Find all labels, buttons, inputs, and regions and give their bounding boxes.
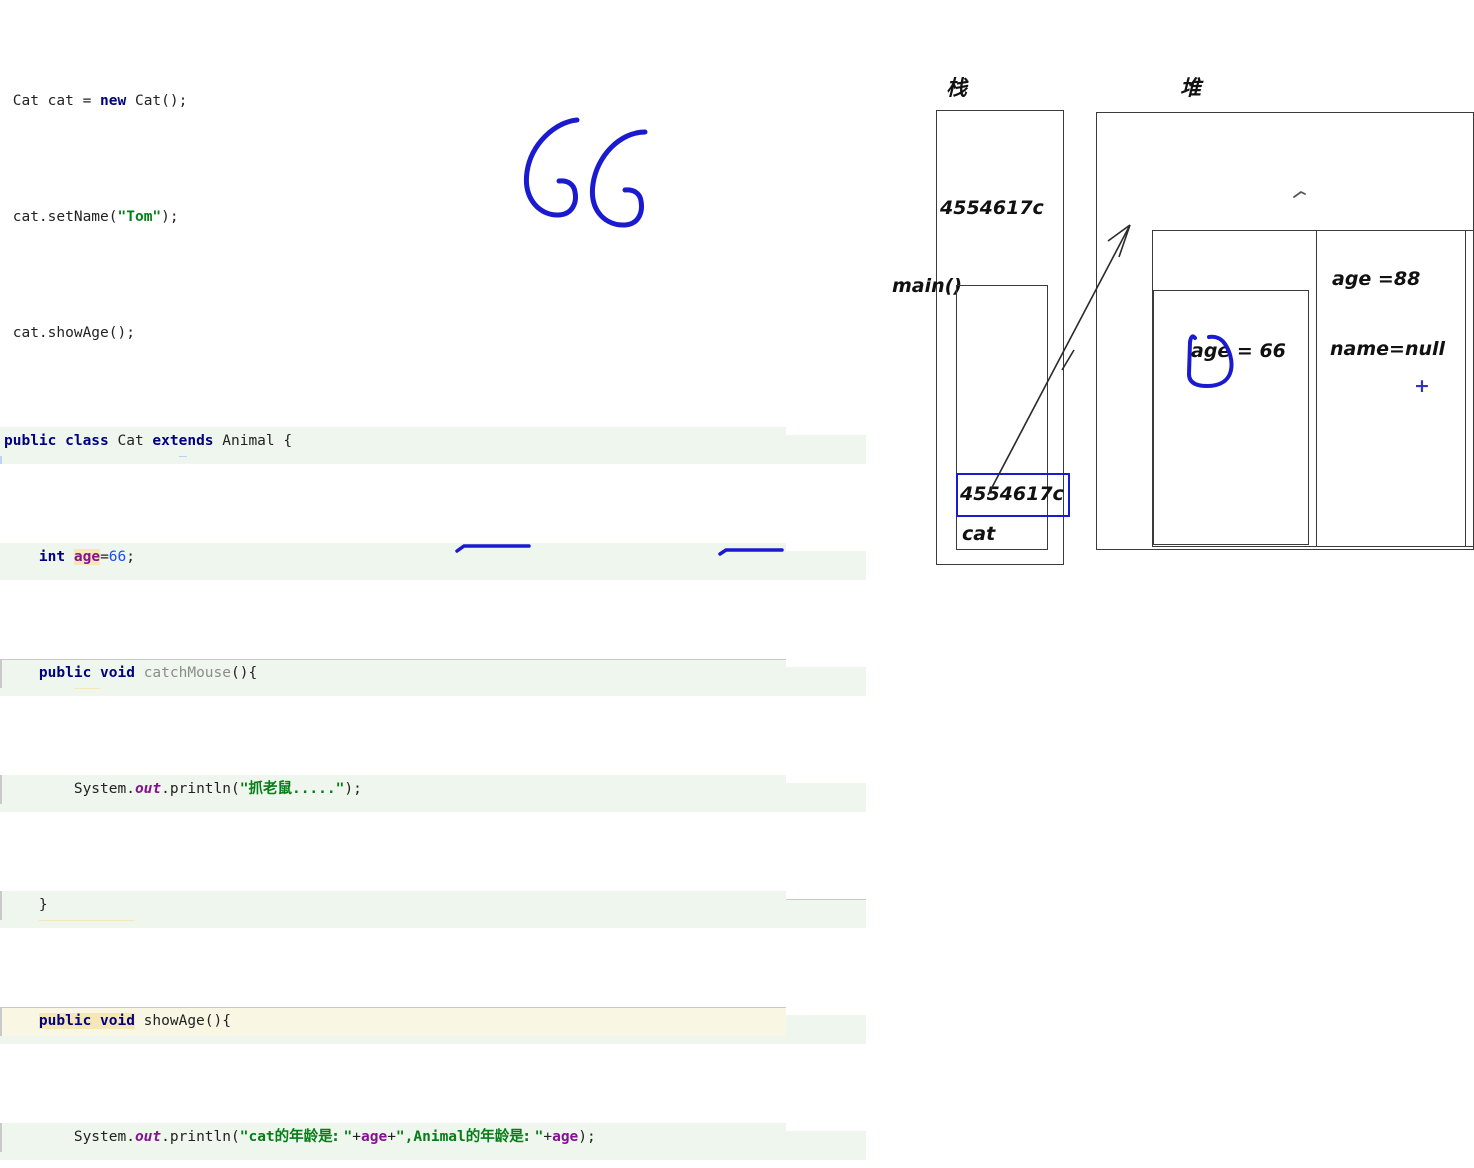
- cat-class-panel[interactable]: public class Cat extends Animal { int ag…: [0, 340, 786, 1168]
- code-line[interactable]: public void catchMouse(){: [0, 659, 786, 688]
- handwritten-plus-mark: +: [1414, 375, 1430, 397]
- memory-diagram: 栈 堆 main() 4554617c cat 4554617c age = 6…: [880, 0, 1474, 584]
- heap-title: 堆: [1180, 76, 1201, 100]
- heap-animal-age-field: age =88: [1332, 268, 1421, 290]
- code-line[interactable]: public void showAge(){: [0, 1007, 786, 1036]
- stack-variable-name: cat: [962, 523, 996, 545]
- stack-title: 栈: [946, 76, 967, 100]
- code-line[interactable]: Cat cat = new Cat();: [0, 87, 866, 116]
- code-line[interactable]: int age=66;: [0, 543, 786, 572]
- code-line[interactable]: System.out.println("cat的年龄是: "+age+",Ani…: [0, 1123, 786, 1152]
- stack-frame-label: main(): [892, 275, 963, 297]
- heap-animal-name-field: name=null: [1330, 338, 1446, 360]
- stack-reference-value: 4554617c: [960, 483, 1064, 505]
- code-line[interactable]: cat.setName("Tom");: [0, 203, 866, 232]
- heap-cat-part-box: [1153, 290, 1309, 545]
- code-line[interactable]: System.out.println("抓老鼠.....");: [0, 775, 786, 804]
- code-editor[interactable]: Cat cat = new Cat(); cat.setName("Tom");…: [0, 0, 880, 1160]
- heap-address-label: 4554617c: [940, 197, 1044, 219]
- heap-cat-age-field: age = 66: [1191, 340, 1286, 362]
- code-line[interactable]: public class Cat extends Animal {: [0, 427, 786, 456]
- code-line[interactable]: }: [0, 891, 786, 920]
